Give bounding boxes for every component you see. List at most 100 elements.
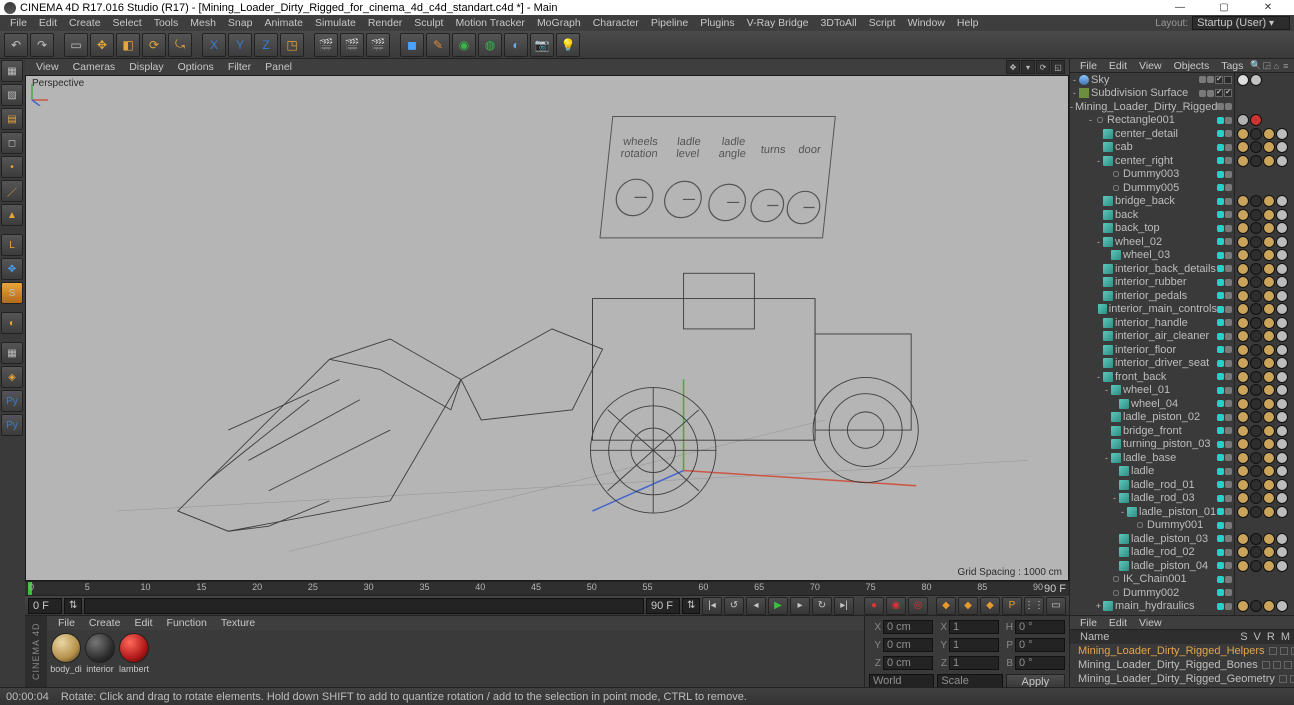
tag-chip[interactable] bbox=[1276, 560, 1288, 572]
visibility-dot[interactable] bbox=[1217, 441, 1224, 448]
scale-z[interactable]: 1 bbox=[949, 656, 999, 670]
menu-help[interactable]: Help bbox=[951, 17, 985, 29]
object-name[interactable]: Subdivision Surface bbox=[1091, 87, 1188, 99]
lock-y[interactable]: Y bbox=[228, 33, 252, 57]
visibility-dot[interactable] bbox=[1217, 468, 1224, 475]
visibility-dot[interactable] bbox=[1225, 333, 1232, 340]
tag-chip[interactable] bbox=[1250, 384, 1262, 396]
object-row[interactable]: wheel_03 bbox=[1070, 249, 1234, 263]
tag-chip[interactable] bbox=[1276, 263, 1288, 275]
tag-chip[interactable] bbox=[1237, 600, 1249, 612]
tag-chip[interactable] bbox=[1276, 425, 1288, 437]
menu-v-ray-bridge[interactable]: V-Ray Bridge bbox=[741, 17, 815, 29]
object-flag-checkbox[interactable] bbox=[1215, 89, 1223, 97]
xray[interactable]: ◈ bbox=[1, 366, 23, 388]
last-tool[interactable]: ⤿ bbox=[168, 33, 192, 57]
object-name[interactable]: Dummy001 bbox=[1147, 519, 1203, 531]
snap-toggle[interactable]: ✥ bbox=[1, 258, 23, 280]
visibility-dot[interactable] bbox=[1217, 198, 1224, 205]
soft-select[interactable]: S bbox=[1, 282, 23, 304]
visibility-dot[interactable] bbox=[1217, 522, 1224, 529]
tree-disclosure[interactable]: - bbox=[1102, 453, 1111, 463]
python[interactable]: Py bbox=[1, 390, 23, 412]
visibility-dot[interactable] bbox=[1217, 171, 1224, 178]
visibility-dot[interactable] bbox=[1217, 414, 1224, 421]
layer-name[interactable]: Mining_Loader_Dirty_Rigged_Helpers bbox=[1078, 645, 1265, 657]
tag-chip[interactable] bbox=[1276, 276, 1288, 288]
coord-system[interactable]: ◳ bbox=[280, 33, 304, 57]
object-name[interactable]: ladle_base bbox=[1123, 452, 1176, 464]
menu-animate[interactable]: Animate bbox=[258, 17, 309, 29]
tag-chip[interactable] bbox=[1276, 249, 1288, 261]
time-slider[interactable] bbox=[84, 598, 644, 614]
visibility-dot[interactable] bbox=[1225, 103, 1232, 110]
tag-chip[interactable] bbox=[1263, 128, 1275, 140]
layermgr-menu-edit[interactable]: Edit bbox=[1103, 617, 1133, 629]
visibility-dot[interactable] bbox=[1217, 373, 1224, 380]
tag-chip[interactable] bbox=[1237, 371, 1249, 383]
add-camera[interactable]: 📷 bbox=[530, 33, 554, 57]
objmgr-menu-tags[interactable]: Tags bbox=[1215, 60, 1249, 72]
record[interactable]: ● bbox=[864, 597, 884, 615]
tag-chip[interactable] bbox=[1237, 438, 1249, 450]
object-manager-tree[interactable]: -Sky-Subdivision Surface-Mining_Loader_D… bbox=[1070, 73, 1234, 615]
end-frame-field[interactable]: 90 F bbox=[646, 598, 680, 614]
object-name[interactable]: center_right bbox=[1115, 155, 1173, 167]
tag-chip[interactable] bbox=[1263, 222, 1275, 234]
material-menu-file[interactable]: File bbox=[51, 617, 82, 629]
visibility-dot[interactable] bbox=[1217, 495, 1224, 502]
tag-chip[interactable] bbox=[1250, 398, 1262, 410]
layer-row[interactable]: Mining_Loader_Dirty_Rigged_Geometry bbox=[1070, 672, 1294, 686]
tag-chip[interactable] bbox=[1237, 425, 1249, 437]
object-name[interactable]: ladle_piston_04 bbox=[1131, 560, 1208, 572]
add-generator[interactable]: ◉ bbox=[452, 33, 476, 57]
visibility-dot[interactable] bbox=[1225, 252, 1232, 259]
visibility-dot[interactable] bbox=[1225, 265, 1232, 272]
next-key[interactable]: ↻ bbox=[812, 597, 832, 615]
key-rot[interactable]: ◆ bbox=[980, 597, 1000, 615]
object-row[interactable]: ladle_rod_02 bbox=[1070, 546, 1234, 560]
tag-chip[interactable] bbox=[1276, 506, 1288, 518]
mode-object[interactable]: ◻ bbox=[1, 132, 23, 154]
material-menu-create[interactable]: Create bbox=[82, 617, 128, 629]
visibility-dot[interactable] bbox=[1225, 211, 1232, 218]
tag-chip[interactable] bbox=[1237, 560, 1249, 572]
menu-snap[interactable]: Snap bbox=[222, 17, 259, 29]
tag-chip[interactable] bbox=[1250, 371, 1262, 383]
visibility-dot[interactable] bbox=[1225, 225, 1232, 232]
scale-y[interactable]: 1 bbox=[949, 638, 999, 652]
tag-chip[interactable] bbox=[1250, 479, 1262, 491]
visibility-dot[interactable] bbox=[1217, 576, 1224, 583]
object-name[interactable]: cab bbox=[1115, 141, 1133, 153]
object-row[interactable]: interior_air_cleaner bbox=[1070, 330, 1234, 344]
object-row[interactable]: -Rectangle001 bbox=[1070, 114, 1234, 128]
visibility-dot[interactable] bbox=[1225, 549, 1232, 556]
tag-chip[interactable] bbox=[1276, 195, 1288, 207]
viewport-nav-icon-3[interactable]: ◱ bbox=[1051, 60, 1065, 74]
step-fwd[interactable]: ▸ bbox=[790, 597, 810, 615]
visibility-dot[interactable] bbox=[1225, 522, 1232, 529]
tag-chip[interactable] bbox=[1237, 249, 1249, 261]
object-name[interactable]: bridge_back bbox=[1115, 195, 1175, 207]
material-lambert[interactable]: lambert bbox=[118, 633, 150, 674]
visibility-dot[interactable] bbox=[1225, 495, 1232, 502]
tag-chip[interactable] bbox=[1250, 141, 1262, 153]
object-name[interactable]: ladle_piston_03 bbox=[1131, 533, 1208, 545]
tag-chip[interactable] bbox=[1276, 411, 1288, 423]
tag-chip[interactable] bbox=[1276, 479, 1288, 491]
tag-chip[interactable] bbox=[1263, 290, 1275, 302]
object-name[interactable]: interior_pedals bbox=[1115, 290, 1187, 302]
visibility-dot[interactable] bbox=[1217, 144, 1224, 151]
tag-chip[interactable] bbox=[1276, 533, 1288, 545]
window-maximize-button[interactable]: ▢ bbox=[1202, 0, 1246, 15]
visibility-dot[interactable] bbox=[1199, 76, 1206, 83]
tag-chip[interactable] bbox=[1263, 249, 1275, 261]
viewport-3d[interactable]: Perspective Grid Spacing : 1000 cm bbox=[25, 75, 1069, 581]
tree-disclosure[interactable]: - bbox=[1094, 156, 1103, 166]
tag-chip[interactable] bbox=[1276, 128, 1288, 140]
object-name[interactable]: Mining_Loader_Dirty_Rigged bbox=[1075, 101, 1217, 113]
object-row[interactable]: -wheel_01 bbox=[1070, 384, 1234, 398]
object-name[interactable]: ladle_rod_03 bbox=[1131, 492, 1195, 504]
object-row[interactable]: cab bbox=[1070, 141, 1234, 155]
visibility-dot[interactable] bbox=[1217, 427, 1224, 434]
